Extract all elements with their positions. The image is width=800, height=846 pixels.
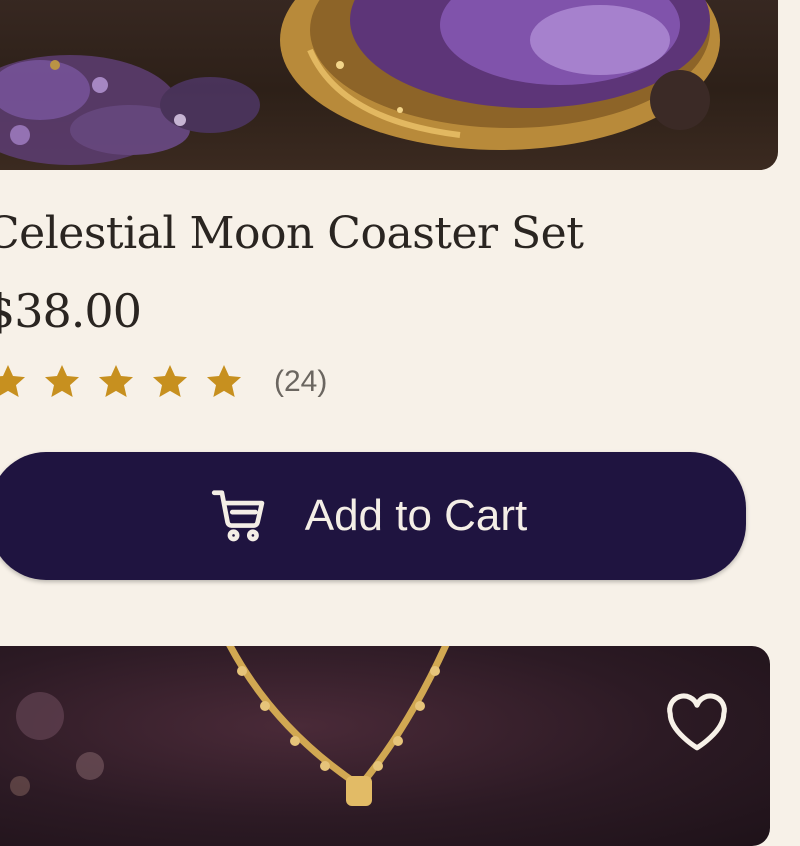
product-price: $38.00	[0, 284, 142, 338]
review-count[interactable]: (24)	[274, 365, 327, 399]
star-icon	[99, 365, 133, 397]
star-icon	[45, 365, 79, 397]
star-icon	[0, 365, 25, 397]
coaster-photo	[0, 0, 720, 165]
product-image-coaster[interactable]	[0, 0, 778, 170]
add-to-cart-button[interactable]: Add to Cart	[0, 452, 746, 580]
shopping-cart-icon	[211, 490, 265, 542]
add-to-cart-label: Add to Cart	[304, 491, 528, 540]
product-image-necklace[interactable]	[0, 646, 770, 846]
necklace-photo	[10, 646, 450, 806]
star-icon	[207, 365, 241, 397]
product-title[interactable]: Celestial Moon Coaster Set	[0, 208, 584, 259]
star-icon	[153, 365, 187, 397]
favorite-heart-icon[interactable]	[662, 690, 732, 752]
product-rating: (24)	[0, 362, 327, 402]
